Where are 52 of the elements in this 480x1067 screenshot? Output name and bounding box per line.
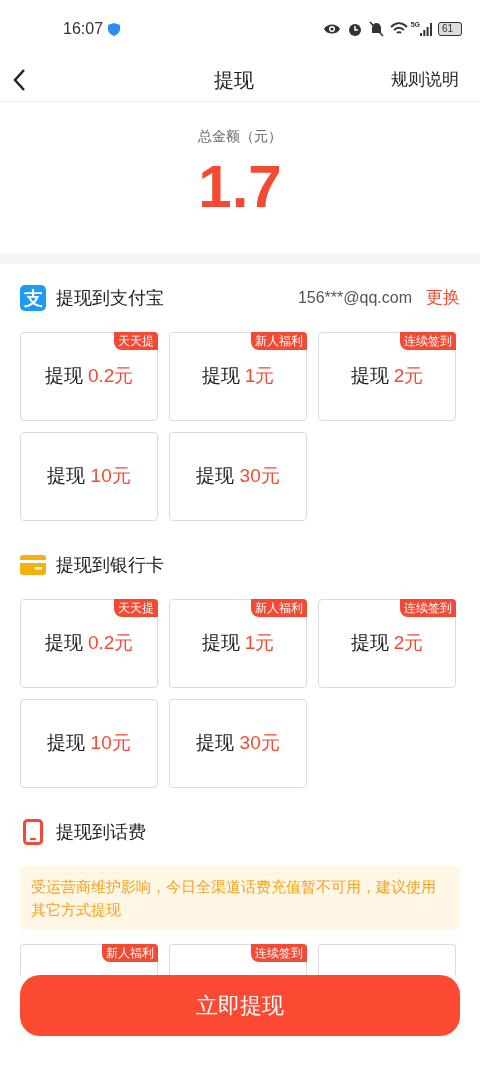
option-label: 提现 0.2元 — [44, 364, 134, 389]
promo-tag: 新人福利 — [251, 599, 307, 617]
option-label: 提现 0.2元 — [44, 631, 134, 656]
promo-tag: 连续签到 — [251, 944, 307, 962]
promo-tag: 连续签到 — [400, 599, 456, 617]
balance-label: 总金额（元） — [198, 127, 282, 146]
payment-logo-icon: 支 — [20, 285, 46, 311]
option-label: 提现 10元 — [47, 731, 131, 756]
amount-option[interactable]: 提现 30元 — [169, 432, 307, 521]
status-time: 16:07 — [63, 19, 104, 39]
promo-tag: 新人福利 — [102, 944, 158, 962]
option-label: 提现 1元 — [201, 364, 275, 389]
balance-amount: 1.7 — [198, 152, 282, 222]
section-title: 提现到银行卡 — [56, 553, 164, 577]
rules-link[interactable]: 规则说明 — [391, 66, 459, 93]
shield-icon — [108, 22, 121, 36]
amount-option[interactable]: 新人福利 提现 1元 — [169, 332, 307, 421]
option-label: 提现 2元 — [350, 631, 424, 656]
promo-tag: 新人福利 — [251, 332, 307, 350]
phone-icon — [23, 819, 43, 845]
amount-option[interactable]: 提现 10元 — [20, 699, 158, 788]
promo-tag: 连续签到 — [400, 332, 456, 350]
alarm-icon — [346, 21, 363, 37]
muted-bell-icon — [368, 21, 384, 37]
option-label: 提现 2元 — [350, 364, 424, 389]
section-title: 提现到话费 — [56, 820, 146, 844]
bank-card-icon — [20, 555, 46, 575]
amount-option[interactable]: 连续签到 — [169, 944, 307, 975]
section-title: 提现到支付宝 — [56, 286, 164, 310]
wifi-icon — [389, 22, 408, 36]
amount-option[interactable]: 天天提 提现 0.2元 — [20, 332, 158, 421]
back-icon[interactable] — [12, 67, 26, 92]
promo-tag: 天天提 — [114, 599, 158, 617]
amount-option[interactable]: 连续签到 提现 2元 — [318, 332, 456, 421]
option-label: 提现 30元 — [196, 464, 280, 489]
option-label: 提现 1元 — [201, 631, 275, 656]
option-label: 提现 30元 — [196, 731, 280, 756]
account-text: 156***@qq.com — [297, 288, 412, 308]
promo-tag: 天天提 — [114, 332, 158, 350]
amount-option[interactable]: 新人福利 — [20, 944, 158, 975]
amount-option[interactable]: 提现 30元 — [169, 699, 307, 788]
change-link[interactable]: 更换 — [426, 285, 460, 311]
option-label: 提现 10元 — [47, 464, 131, 489]
eye-icon — [322, 23, 341, 35]
notice-banner: 受运营商维护影响，今日全渠道话费充值暂不可用，建议使用其它方式提现 — [20, 866, 460, 930]
signal-icon — [420, 22, 432, 36]
battery-indicator: 61 — [438, 22, 462, 36]
amount-option[interactable]: 连续签到 提现 2元 — [318, 599, 456, 688]
page-title: 提现 — [213, 67, 254, 93]
amount-option[interactable]: 提现 10元 — [20, 432, 158, 521]
amount-option[interactable]: 新人福利 提现 1元 — [169, 599, 307, 688]
amount-option[interactable]: 天天提 提现 0.2元 — [20, 599, 158, 688]
